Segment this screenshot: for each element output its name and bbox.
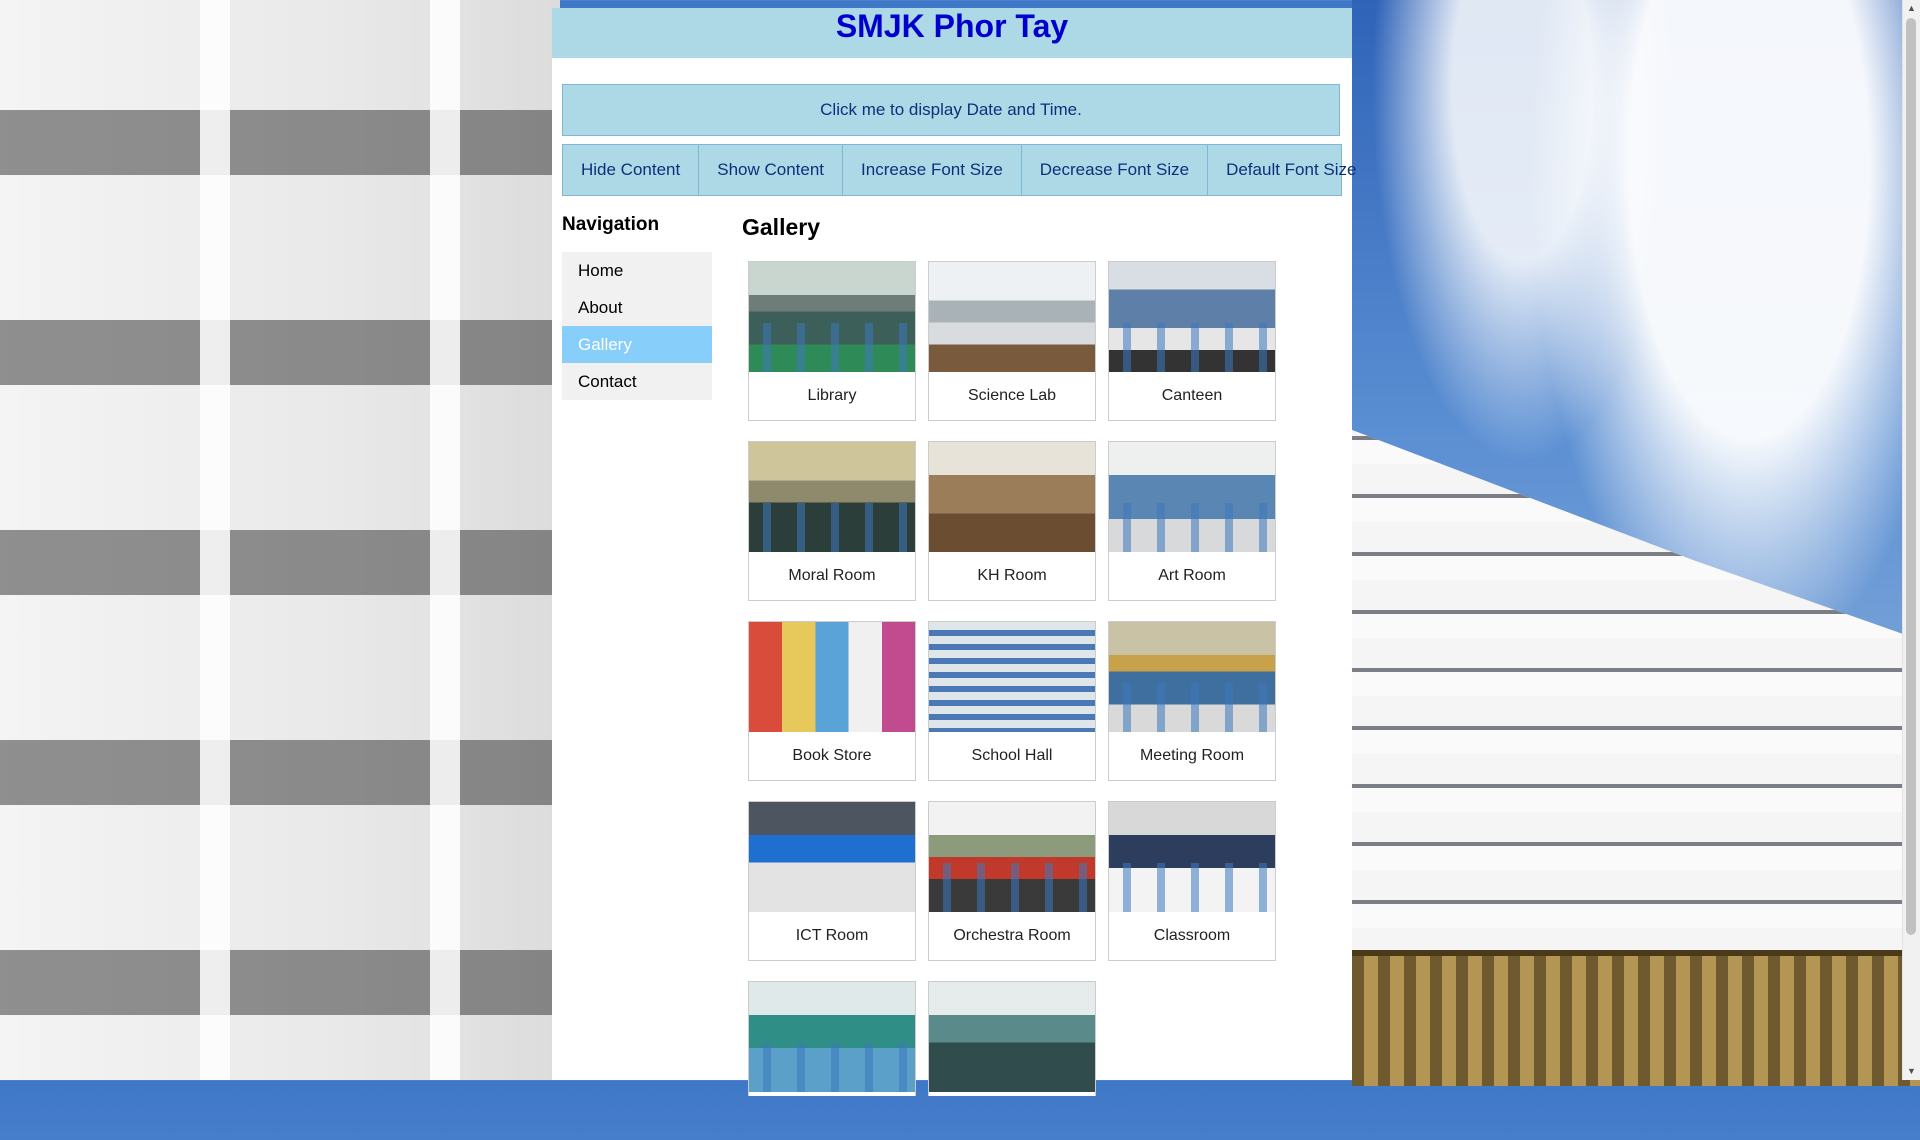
show-content-button[interactable]: Show Content <box>699 145 844 195</box>
moral-room-photo <box>749 442 915 552</box>
gallery-caption <box>929 1092 1095 1140</box>
navigation-panel: Navigation Home About Gallery Contact <box>562 214 712 400</box>
book-store-photo <box>749 622 915 732</box>
nav-item-contact[interactable]: Contact <box>562 363 712 400</box>
navigation-list: Home About Gallery Contact <box>562 252 712 400</box>
page-scrollbar[interactable]: ▲ ▼ <box>1902 0 1920 1080</box>
gallery-item-school-hall[interactable]: School Hall <box>928 621 1096 781</box>
gallery-heading: Gallery <box>742 214 820 240</box>
increase-font-button[interactable]: Increase Font Size <box>843 145 1022 195</box>
kh-room-photo <box>929 442 1095 552</box>
school-hall-photo <box>929 622 1095 732</box>
navigation-heading: Navigation <box>562 214 660 235</box>
orchestra-room-photo <box>929 802 1095 912</box>
datetime-button[interactable]: Click me to display Date and Time. <box>562 84 1340 136</box>
gallery-item-kh-room[interactable]: KH Room <box>928 441 1096 601</box>
gallery-caption <box>749 1092 915 1140</box>
background-roof <box>1352 950 1920 1086</box>
nav-item-about[interactable]: About <box>562 289 712 326</box>
lab-photo <box>929 982 1095 1092</box>
gallery-caption: Meeting Room <box>1139 747 1245 764</box>
gallery-caption: Book Store <box>792 747 872 764</box>
classroom-photo <box>1109 802 1275 912</box>
science-lab-photo <box>929 262 1095 372</box>
gallery-caption: Orchestra Room <box>953 927 1071 944</box>
gallery-item-classroom[interactable]: Classroom <box>1108 801 1276 961</box>
gallery-item-art-room[interactable]: Art Room <box>1108 441 1276 601</box>
gallery-item-partial-1[interactable] <box>748 981 916 1096</box>
scroll-down-icon[interactable]: ▼ <box>1903 1063 1920 1080</box>
scrollbar-thumb[interactable] <box>1906 18 1916 935</box>
meeting-room-photo <box>1109 622 1275 732</box>
page-title: SMJK Phor Tay <box>835 8 1069 44</box>
font-toolbar: Hide Content Show Content Increase Font … <box>562 144 1356 196</box>
nav-item-gallery[interactable]: Gallery <box>562 326 712 363</box>
gallery-caption: Library <box>807 387 857 404</box>
gallery-item-canteen[interactable]: Canteen <box>1108 261 1276 421</box>
gallery-item-meeting-room[interactable]: Meeting Room <box>1108 621 1276 781</box>
background-pillars <box>0 0 560 1080</box>
gallery-item-ict-room[interactable]: ICT Room <box>748 801 916 961</box>
page-header: SMJK Phor Tay <box>552 8 1352 58</box>
default-font-button[interactable]: Default Font Size <box>1208 145 1374 195</box>
gallery-caption: Canteen <box>1161 387 1223 404</box>
hide-content-button[interactable]: Hide Content <box>563 145 700 195</box>
gallery-caption: School Hall <box>971 747 1053 764</box>
gallery-caption: Art Room <box>1158 567 1226 584</box>
canteen-photo <box>1109 262 1275 372</box>
gallery-caption: KH Room <box>977 567 1047 584</box>
gallery-item-partial-2[interactable] <box>928 981 1096 1096</box>
gallery-section: Gallery Library Science Lab Canteen Mora… <box>742 214 1342 1096</box>
gallery-item-book-store[interactable]: Book Store <box>748 621 916 781</box>
nav-item-home[interactable]: Home <box>562 252 712 289</box>
activity-photo <box>749 982 915 1092</box>
art-room-photo <box>1109 442 1275 552</box>
gallery-caption: Moral Room <box>788 567 876 584</box>
decrease-font-button[interactable]: Decrease Font Size <box>1022 145 1209 195</box>
ict-room-photo <box>749 802 915 912</box>
gallery-item-science-lab[interactable]: Science Lab <box>928 261 1096 421</box>
page-container: SMJK Phor Tay Click me to display Date a… <box>552 8 1356 1096</box>
gallery-caption: ICT Room <box>795 927 869 944</box>
scroll-up-icon[interactable]: ▲ <box>1903 0 1920 17</box>
library-photo <box>749 262 915 372</box>
gallery-caption: Science Lab <box>967 387 1057 404</box>
gallery-item-orchestra-room[interactable]: Orchestra Room <box>928 801 1096 961</box>
gallery-item-moral-room[interactable]: Moral Room <box>748 441 916 601</box>
gallery-caption: Classroom <box>1153 927 1231 944</box>
gallery-item-library[interactable]: Library <box>748 261 916 421</box>
